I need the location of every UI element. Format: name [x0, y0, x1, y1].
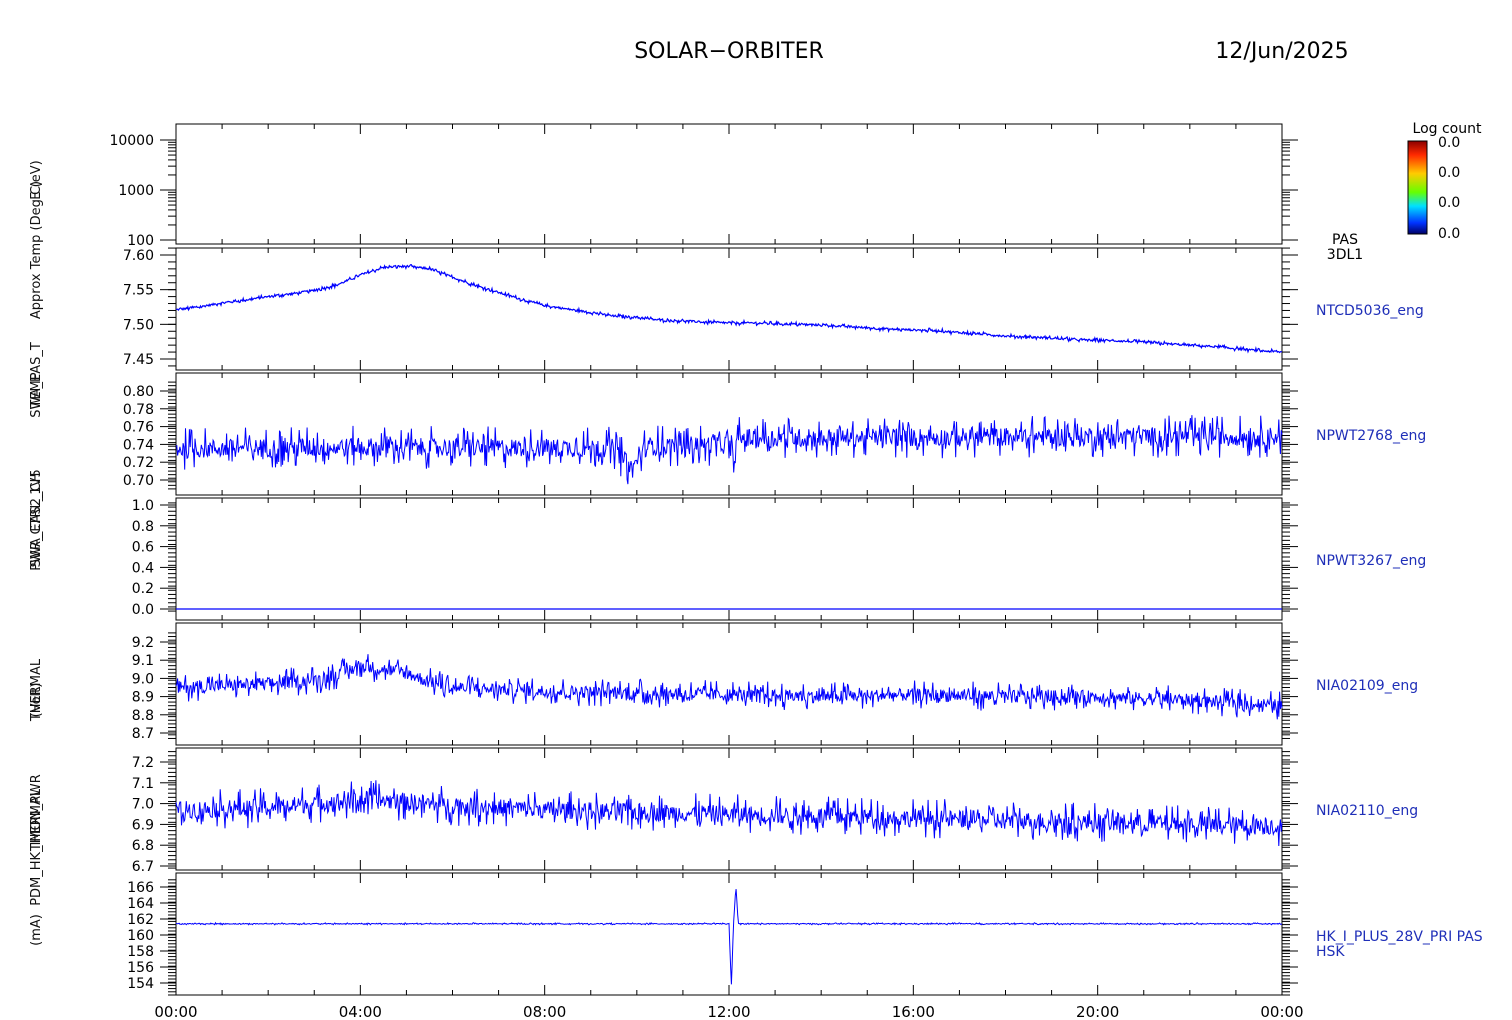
colorbar-tick-label: 0.0	[1438, 226, 1460, 242]
x-tick-label: 08:00	[523, 1003, 566, 1020]
y-tick-label: 0.8	[132, 519, 154, 535]
panel-right-label: NPWT3267_eng	[1316, 553, 1426, 569]
y-tick-label: 162	[127, 912, 154, 928]
y-tick-label: 1.0	[132, 498, 154, 514]
series-trace	[175, 654, 1283, 720]
left-axis-label: (mA)	[29, 914, 44, 946]
colorbar-gradient	[1407, 140, 1428, 235]
y-tick-label: 7.55	[123, 283, 154, 299]
y-tick-label: 160	[127, 928, 154, 944]
x-tick-label: 00:00	[154, 1003, 197, 1020]
colorbar-tick-label: 0.0	[1438, 135, 1460, 151]
panel-ntcd5036: 7.45 7.50 7.55 7.60 NTCD5036_eng	[123, 247, 1424, 371]
y-tick-label: 8.9	[132, 690, 154, 706]
y-tick-label: 7.1	[132, 776, 154, 792]
colorbar-tick-label: 0.0	[1438, 195, 1460, 211]
series-trace	[175, 264, 1283, 354]
left-axis-labels: Approx Temp (Deg C)E (eV)TEMPSWA_EAS_TPW…	[29, 160, 44, 946]
y-tick-label: 0.72	[123, 455, 154, 471]
y-tick-label: 6.9	[132, 817, 154, 833]
y-tick-label: 9.0	[132, 671, 154, 687]
panel-pas-3dl1: 100 1000 10000 PAS3DL1	[109, 123, 1363, 263]
left-axis-label: THERMAL	[29, 658, 44, 722]
y-tick-label: 1000	[118, 183, 154, 199]
panel-npwt2768: 0.70 0.72 0.740.76 0.78 0.80 NPWT2768_eng	[123, 372, 1426, 496]
panels: 100 1000 10000 PAS3DL1 7.45 7.50 7.55 7.60 NTCD5…	[109, 123, 1483, 996]
y-tick-label: 0.0	[132, 602, 154, 618]
colorbar-tick-label: 0.0	[1438, 165, 1460, 181]
panel-right-label: 3DL1	[1327, 247, 1363, 263]
y-tick-label: 0.74	[123, 437, 154, 453]
x-tick-label: 04:00	[339, 1003, 382, 1020]
series-trace	[175, 780, 1283, 847]
panel-frame	[175, 497, 1283, 621]
y-tick-label: 10000	[109, 133, 154, 149]
y-tick-label: 166	[127, 880, 154, 896]
x-axis: 00:00 04:00 08:00 12:00 16:00 20:00 00:00	[154, 1003, 1303, 1020]
y-tick-label: 100	[127, 233, 154, 249]
y-tick-label: 8.8	[132, 708, 154, 724]
y-tick-label: 0.78	[123, 402, 154, 418]
panel-right-label: NPWT2768_eng	[1316, 428, 1426, 444]
y-tick-label: 6.7	[132, 859, 154, 875]
panel-frame	[175, 123, 1283, 245]
plot-date: 12/Jun/2025	[1215, 39, 1348, 64]
y-tick-label: 156	[127, 960, 154, 976]
y-tick-label: 7.2	[132, 755, 154, 771]
x-tick-label: 00:00	[1260, 1003, 1303, 1020]
panel-right-label: HSK	[1316, 944, 1345, 960]
panel-npwt3267: 0.0 0.2 0.4 0.6 0.8 1.0 NPWT3267_eng	[132, 497, 1426, 621]
left-axis-label: E (eV)	[29, 160, 44, 199]
y-tick-label: 7.0	[132, 797, 154, 813]
y-tick-label: 9.2	[132, 635, 154, 651]
y-tick-label: 7.50	[123, 317, 154, 333]
panel-hk-i-plus-28v: 154156158160162164166 HK_I_PLUS_28V_PRI P…	[127, 872, 1483, 996]
y-tick-label: 6.8	[132, 838, 154, 854]
left-axis-label: Approx Temp (Deg C)	[29, 181, 44, 319]
y-tick-label: 154	[127, 976, 154, 992]
y-tick-label: 0.70	[123, 473, 154, 489]
panel-right-label: PAS	[1332, 232, 1358, 248]
y-tick-label: 164	[127, 896, 154, 912]
panel-frame	[175, 747, 1283, 871]
y-tick-label: 0.2	[132, 581, 154, 597]
panel-right-label: NIA02110_eng	[1316, 803, 1418, 819]
y-tick-label: 158	[127, 944, 154, 960]
x-tick-label: 16:00	[892, 1003, 935, 1020]
y-tick-label: 9.1	[132, 653, 154, 669]
panel-frame	[175, 247, 1283, 371]
left-axis-label: SWA_EAS2_CH	[29, 473, 44, 568]
y-tick-label: 8.7	[132, 726, 154, 742]
series-trace	[175, 889, 1283, 985]
panel-right-label: HK_I_PLUS_28V_PRI PAS	[1316, 929, 1483, 945]
y-tick-label: 0.6	[132, 540, 154, 556]
colorbar: Log count 0.0 0.0 0.0 0.0	[1407, 121, 1482, 242]
y-tick-label: 7.45	[123, 352, 154, 368]
x-tick-label: 20:00	[1076, 1003, 1119, 1020]
y-tick-label: 0.76	[123, 420, 154, 436]
left-axis-label: PDM_HK_IMON_PWR	[29, 774, 44, 906]
panel-right-label: NIA02109_eng	[1316, 678, 1418, 694]
panel-right-label: NTCD5036_eng	[1316, 303, 1424, 319]
panel-nia02109: 8.7 8.8 8.9 9.0 9.1 9.2 NIA02109_eng	[132, 622, 1418, 746]
y-tick-label: 0.80	[123, 384, 154, 400]
series-trace	[175, 415, 1283, 485]
plot-title: SOLAR−ORBITER	[634, 39, 824, 64]
y-tick-label: 7.60	[123, 248, 154, 264]
x-tick-label: 12:00	[707, 1003, 750, 1020]
panel-frame	[175, 622, 1283, 746]
panel-nia02110: 6.7 6.8 6.9 7.0 7.1 7.2 NIA02110_eng	[132, 747, 1418, 875]
solar-orbiter-summary-plot: SOLAR−ORBITER 12/Jun/2025 Log count 0.0 …	[29, 39, 1483, 1020]
y-tick-label: 0.4	[132, 560, 154, 576]
left-axis-label: SWA_EAS_T	[29, 342, 44, 418]
